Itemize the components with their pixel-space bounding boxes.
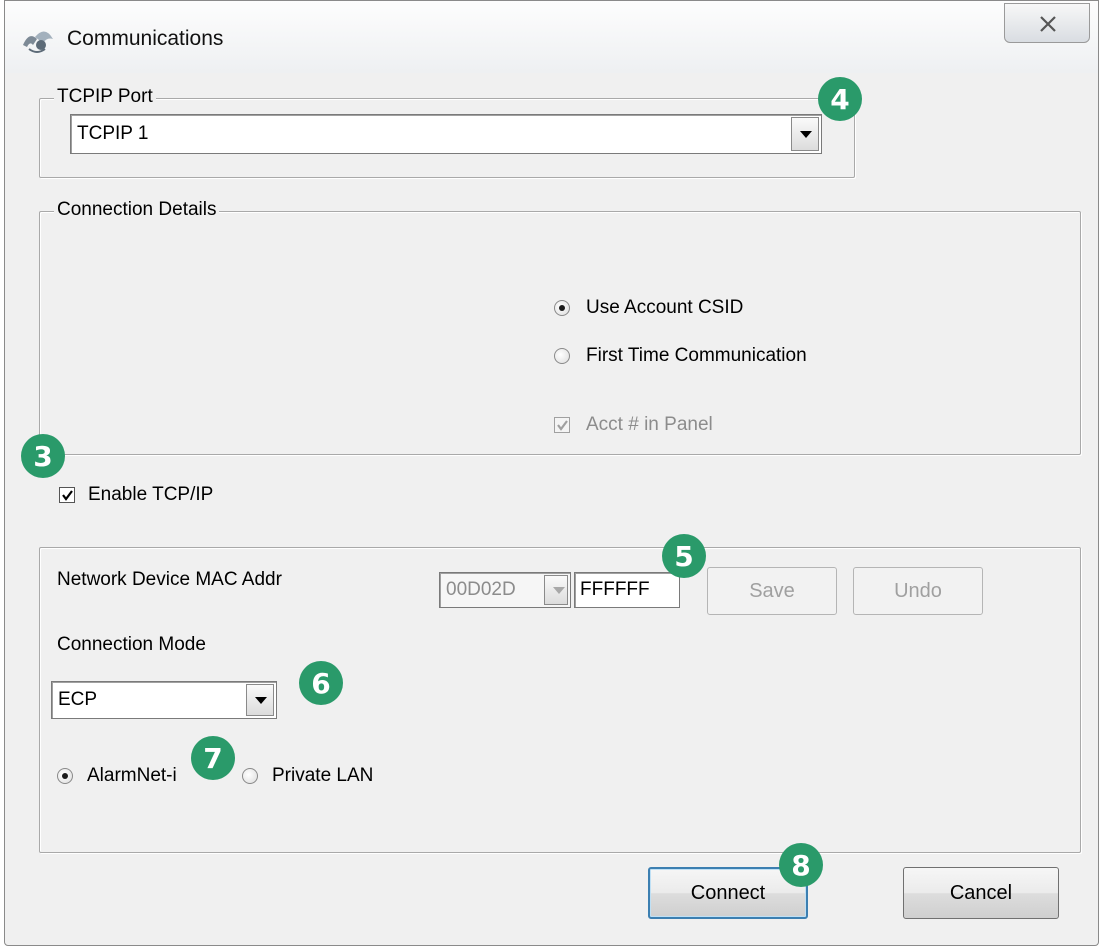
checkbox-acct-in-panel: Acct # in Panel xyxy=(554,414,713,436)
checkbox-enable-tcpip[interactable]: Enable TCP/IP xyxy=(59,484,213,506)
cancel-button-label: Cancel xyxy=(949,881,1013,904)
connection-details-legend: Connection Details xyxy=(54,199,220,221)
connect-button-label: Connect xyxy=(690,881,766,904)
close-button[interactable] xyxy=(1004,3,1090,43)
save-button[interactable]: Save xyxy=(707,567,837,615)
radio-first-time-communication[interactable]: First Time Communication xyxy=(554,345,807,367)
enable-tcpip-checkbox[interactable] xyxy=(59,487,75,503)
tcpip-port-value: TCPIP 1 xyxy=(77,123,149,144)
title-bar: Communications xyxy=(5,1,1098,73)
radio-alarmnet-i-button[interactable] xyxy=(57,768,73,784)
connection-mode-label: Connection Mode xyxy=(57,634,206,655)
radio-private-lan[interactable]: Private LAN xyxy=(242,765,373,787)
undo-button[interactable]: Undo xyxy=(853,567,983,615)
callout-badge-4: 4 xyxy=(818,77,862,121)
radio-first-time-communication-label: First Time Communication xyxy=(586,345,807,366)
acct-in-panel-checkbox xyxy=(554,417,570,433)
mac-addr-label: Network Device MAC Addr xyxy=(57,569,282,590)
chevron-down-icon[interactable] xyxy=(791,117,819,151)
undo-button-label: Undo xyxy=(894,579,942,602)
chevron-down-icon[interactable] xyxy=(246,684,274,716)
mac-prefix-select: 00D02D xyxy=(439,572,571,608)
radio-first-time-communication-button[interactable] xyxy=(554,348,570,364)
callout-badge-6: 6 xyxy=(299,661,343,705)
chevron-down-icon xyxy=(544,575,568,605)
callout-badge-5: 5 xyxy=(662,534,706,578)
check-icon xyxy=(557,420,568,431)
radio-private-lan-button[interactable] xyxy=(242,768,258,784)
tcpip-port-legend: TCPIP Port xyxy=(54,86,156,108)
callout-badge-8: 8 xyxy=(779,843,823,887)
enable-tcpip-label: Enable TCP/IP xyxy=(88,484,214,505)
radio-use-account-csid-button[interactable] xyxy=(554,300,570,316)
mac-prefix-value: 00D02D xyxy=(446,579,516,600)
window-title: Communications xyxy=(67,27,224,50)
communications-dialog: Communications TCPIP Port TCPIP 1 4 Conn… xyxy=(4,0,1099,946)
radio-alarmnet-i[interactable]: AlarmNet-i xyxy=(57,765,177,787)
check-icon xyxy=(62,490,73,501)
save-button-label: Save xyxy=(749,579,795,602)
callout-badge-7: 7 xyxy=(191,736,235,780)
connection-mode-select[interactable]: ECP xyxy=(51,681,277,719)
cancel-button[interactable]: Cancel xyxy=(903,867,1059,919)
mac-suffix-input[interactable]: FFFFFF xyxy=(574,572,680,608)
radio-alarmnet-i-label: AlarmNet-i xyxy=(87,765,177,786)
close-icon xyxy=(1040,16,1056,32)
radio-use-account-csid-label: Use Account CSID xyxy=(586,297,744,318)
communications-icon xyxy=(19,25,59,57)
acct-in-panel-label: Acct # in Panel xyxy=(586,414,713,435)
radio-use-account-csid[interactable]: Use Account CSID xyxy=(554,297,743,319)
tcpip-port-select[interactable]: TCPIP 1 xyxy=(70,114,822,154)
callout-badge-3: 3 xyxy=(21,434,65,478)
mac-suffix-value: FFFFFF xyxy=(580,579,650,600)
radio-private-lan-label: Private LAN xyxy=(272,765,374,786)
connection-mode-value: ECP xyxy=(58,689,98,710)
